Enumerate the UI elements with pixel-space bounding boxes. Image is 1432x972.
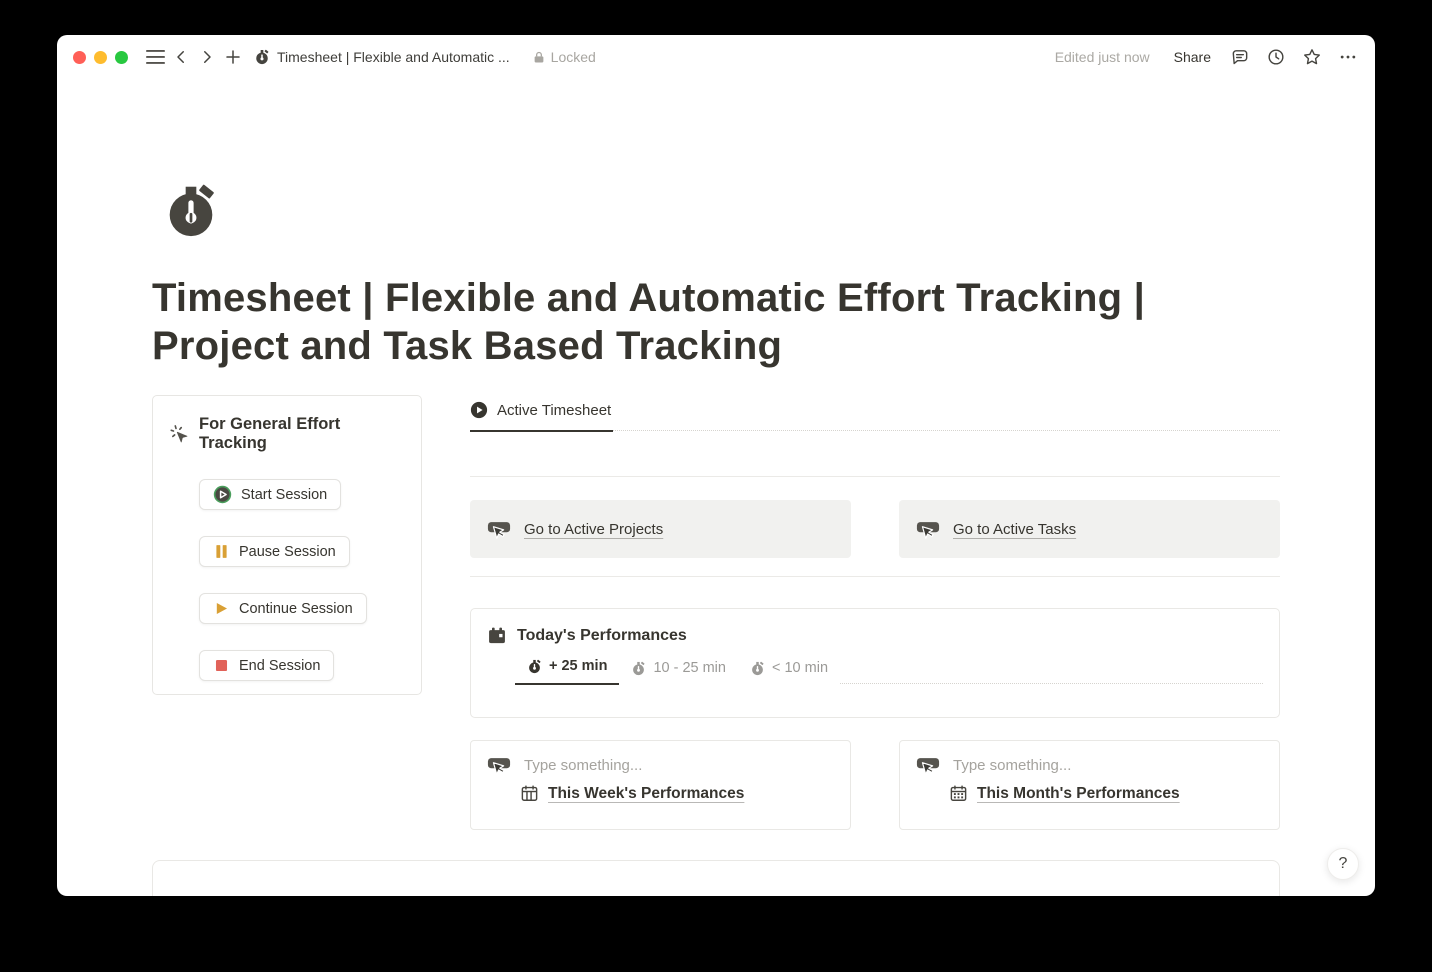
share-button[interactable]: Share — [1168, 45, 1217, 69]
start-session-button[interactable]: Start Session — [199, 479, 341, 510]
tab-plus-25-min[interactable]: + 25 min — [515, 658, 619, 685]
tab-under-10-min-label: < 10 min — [772, 660, 828, 676]
divider — [470, 576, 1280, 577]
tab-under-10-min[interactable]: < 10 min — [738, 660, 840, 685]
page-stopwatch-icon[interactable] — [160, 178, 222, 240]
today-performances-label: Today's Performances — [517, 627, 687, 645]
end-session-label: End Session — [239, 658, 320, 674]
window-controls — [73, 51, 128, 64]
calendar-week-icon — [520, 784, 539, 803]
week-placeholder-text: Type something... — [524, 757, 642, 774]
week-placeholder-block[interactable]: Type something... — [487, 754, 834, 777]
page-tab[interactable]: Timesheet | Flexible and Automatic ... — [254, 49, 510, 65]
tab-10-25-min[interactable]: 10 - 25 min — [619, 660, 738, 685]
page-tab-title: Timesheet | Flexible and Automatic ... — [277, 49, 510, 65]
more-icon — [1338, 47, 1358, 67]
notion-window: Timesheet | Flexible and Automatic ... L… — [57, 35, 1375, 896]
period-row: Type something... This Week's Performanc… — [470, 740, 1280, 830]
forward-button[interactable] — [194, 44, 220, 70]
sidebar-menu-button[interactable] — [142, 44, 168, 70]
active-links-row: Go to Active Projects Go to Active Tasks — [470, 500, 1280, 558]
tab-active-timesheet-label: Active Timesheet — [497, 402, 611, 419]
pause-session-label: Pause Session — [239, 544, 336, 560]
titlebar-right: Edited just now Share — [1055, 44, 1361, 70]
go-to-active-projects-link[interactable]: Go to Active Projects — [524, 521, 663, 538]
cursor-button-icon — [487, 518, 511, 541]
month-placeholder-block[interactable]: Type something... — [916, 754, 1263, 777]
divider — [470, 476, 1280, 477]
more-button[interactable] — [1335, 44, 1361, 70]
tabrow-dotted-line — [613, 430, 1280, 431]
calendar-month-icon — [949, 784, 968, 803]
end-session-button[interactable]: End Session — [199, 650, 334, 681]
stopwatch-icon — [254, 49, 270, 65]
edited-status: Edited just now — [1055, 49, 1150, 65]
stop-icon — [213, 657, 230, 674]
stopwatch-icon — [631, 661, 646, 676]
go-to-active-projects-block[interactable]: Go to Active Projects — [470, 500, 851, 558]
timesheet-tabrow: Active Timesheet — [470, 395, 1280, 432]
timesheet-column: Active Timesheet Go to Active Projects — [470, 395, 1280, 830]
page-content: Timesheet | Flexible and Automatic Effor… — [152, 178, 1280, 896]
new-tab-button[interactable] — [220, 44, 246, 70]
calendar-icon — [487, 626, 507, 646]
stopwatch-icon — [527, 659, 542, 674]
favorite-button[interactable] — [1299, 44, 1325, 70]
zoom-button[interactable] — [115, 51, 128, 64]
locked-label: Locked — [551, 49, 596, 65]
help-button-label: ? — [1339, 855, 1348, 873]
tab-plus-25-min-label: + 25 min — [549, 658, 607, 674]
help-button[interactable]: ? — [1327, 848, 1359, 880]
general-effort-heading: For General Effort Tracking — [169, 415, 405, 453]
cursor-button-icon — [487, 754, 511, 777]
minimize-button[interactable] — [94, 51, 107, 64]
today-tabs: + 25 min 10 - 25 min < 10 — [515, 658, 1263, 685]
lock-toggle[interactable]: Locked — [532, 49, 596, 65]
forward-icon — [198, 48, 216, 66]
this-month-performances-link[interactable]: This Month's Performances — [977, 785, 1180, 803]
tab-active-timesheet[interactable]: Active Timesheet — [470, 401, 613, 432]
month-performances-box: Type something... This Month's Performan… — [899, 740, 1280, 830]
today-tabs-dotted-line — [840, 683, 1263, 684]
page-title: Timesheet | Flexible and Automatic Effor… — [152, 274, 1252, 370]
play-circle-icon — [470, 401, 488, 419]
month-placeholder-text: Type something... — [953, 757, 1071, 774]
updates-button[interactable] — [1263, 44, 1289, 70]
stopwatch-icon — [750, 661, 765, 676]
go-to-active-tasks-block[interactable]: Go to Active Tasks — [899, 500, 1280, 558]
titlebar: Timesheet | Flexible and Automatic ... L… — [57, 35, 1375, 79]
tab-10-25-min-label: 10 - 25 min — [653, 660, 726, 676]
next-section-partial-box — [152, 860, 1280, 896]
updates-clock-icon — [1266, 47, 1286, 67]
general-effort-card: For General Effort Tracking Start Sessio… — [152, 395, 422, 695]
comments-button[interactable] — [1227, 44, 1253, 70]
this-week-performances-link[interactable]: This Week's Performances — [548, 785, 744, 803]
continue-session-label: Continue Session — [239, 601, 353, 617]
month-link-line[interactable]: This Month's Performances — [949, 784, 1263, 803]
cursor-button-icon — [916, 754, 940, 777]
week-performances-box: Type something... This Week's Performanc… — [470, 740, 851, 830]
week-link-line[interactable]: This Week's Performances — [520, 784, 834, 803]
cursor-button-icon — [916, 518, 940, 541]
today-performances-card: Today's Performances + 25 min — [470, 608, 1280, 718]
today-performances-heading: Today's Performances — [487, 626, 1263, 646]
lock-icon — [532, 50, 546, 65]
favorite-star-icon — [1302, 47, 1322, 67]
start-session-label: Start Session — [241, 487, 327, 503]
continue-session-button[interactable]: Continue Session — [199, 593, 367, 624]
comment-icon — [1230, 47, 1250, 67]
play-icon — [213, 600, 230, 617]
play-circle-icon — [213, 485, 232, 504]
mouse-pointer-click-icon — [169, 424, 190, 445]
close-button[interactable] — [73, 51, 86, 64]
pause-session-button[interactable]: Pause Session — [199, 536, 350, 567]
general-effort-heading-label: For General Effort Tracking — [199, 415, 405, 453]
back-icon — [172, 48, 190, 66]
plus-icon — [224, 48, 242, 66]
menu-icon — [146, 49, 165, 65]
main-row: For General Effort Tracking Start Sessio… — [152, 395, 1280, 830]
pause-icon — [213, 543, 230, 560]
go-to-active-tasks-link[interactable]: Go to Active Tasks — [953, 521, 1076, 538]
back-button[interactable] — [168, 44, 194, 70]
